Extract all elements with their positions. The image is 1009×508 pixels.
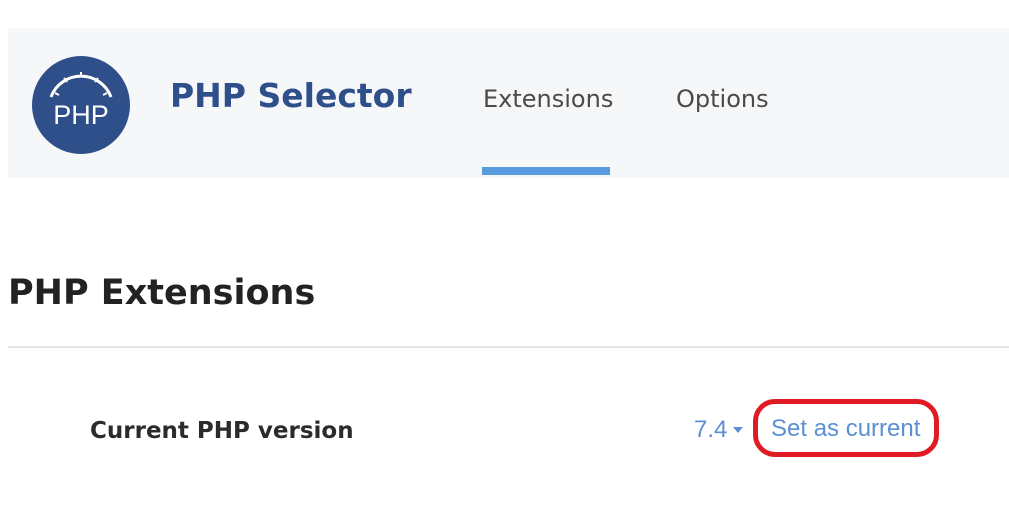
php-version-dropdown[interactable]: 7.4 [694,416,744,444]
caret-down-icon [733,427,744,433]
php-version-value: 7.4 [694,416,728,443]
php-logo-icon: PHP [32,56,130,154]
section-divider [8,346,1009,348]
active-tab-indicator [482,167,610,175]
set-as-current-link[interactable]: Set as current [771,415,920,443]
tab-extensions[interactable]: Extensions [483,85,613,113]
app-header: PHP PHP Selector Extensions Options [8,28,1009,178]
app-title: PHP Selector [170,76,412,115]
current-php-version-label: Current PHP version [90,418,354,444]
tab-options[interactable]: Options [676,85,769,113]
logo-text: PHP [53,100,109,130]
page-title: PHP Extensions [8,273,316,314]
